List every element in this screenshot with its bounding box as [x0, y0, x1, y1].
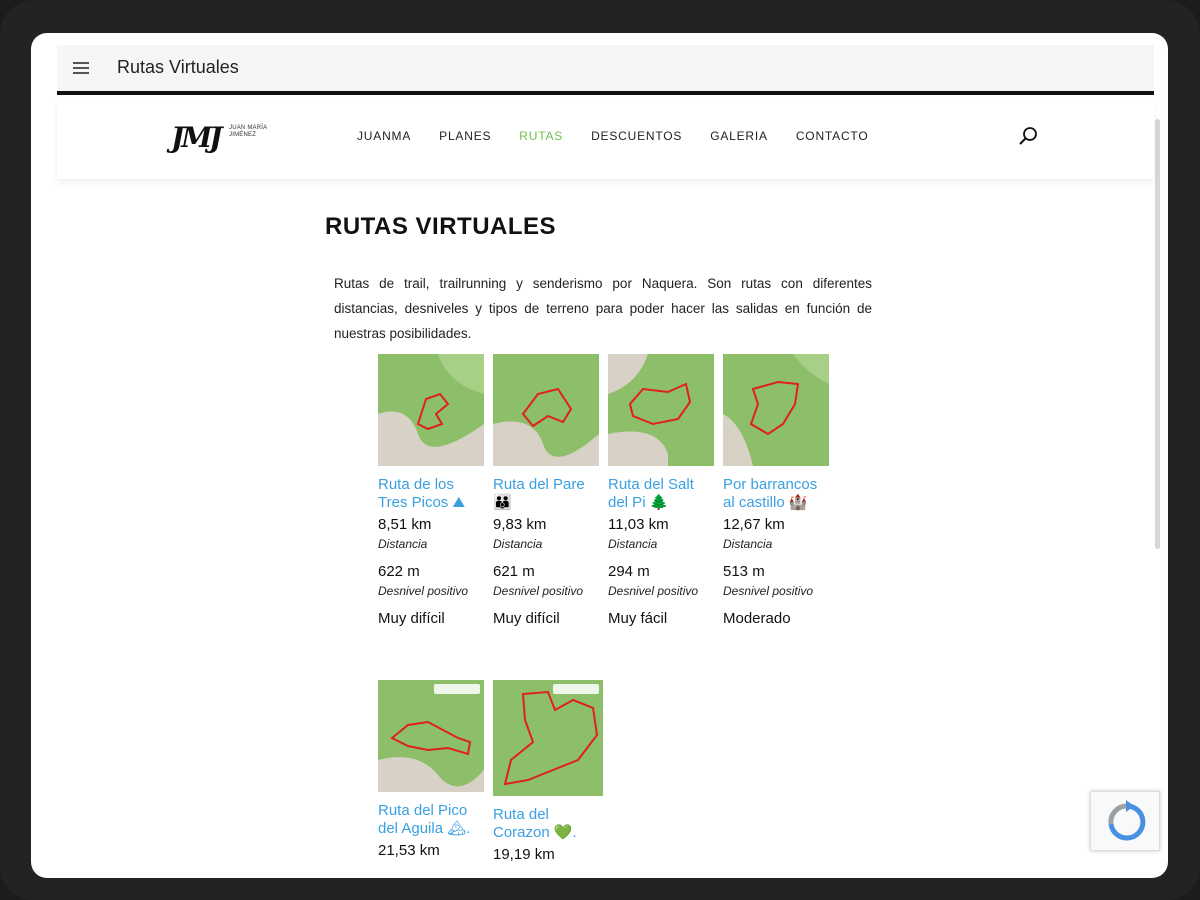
logo-text: JUAN MARÍA JIMÉNEZ — [229, 125, 268, 138]
route-elevation: 622 m — [378, 563, 420, 580]
hamburger-icon[interactable] — [73, 62, 89, 76]
distance-label: Distancia — [608, 537, 658, 551]
route-name[interactable]: Ruta del Pico del Aguila 🏔. — [378, 802, 486, 838]
elevation-label: Desnivel positivo — [608, 584, 699, 598]
distance-label: Distancia — [493, 537, 543, 551]
nav-item-juanma[interactable]: JUANMA — [357, 129, 411, 143]
route-elevation: 621 m — [493, 563, 535, 580]
route-elevation: 294 m — [608, 563, 650, 580]
route-map-thumbnail[interactable] — [723, 354, 829, 466]
logo-mark: JMJ — [171, 121, 222, 154]
browser-screen: Rutas Virtuales JMJ JUAN MARÍA JIMÉNEZ J… — [31, 33, 1168, 878]
route-card[interactable]: Ruta del Salt del Pi 🌲 11,03 km Distanci… — [608, 354, 716, 627]
route-difficulty: Muy difícil — [493, 610, 560, 627]
route-elevation: 513 m — [723, 563, 765, 580]
route-distance: 12,67 km — [723, 516, 785, 533]
route-card[interactable]: Ruta del Corazon 💚. 19,19 km — [493, 680, 603, 863]
search-icon[interactable] — [1017, 125, 1039, 147]
route-card[interactable]: Ruta del Pico del Aguila 🏔. 21,53 km — [378, 680, 486, 859]
route-distance: 21,53 km — [378, 842, 440, 859]
route-name[interactable]: Ruta del Corazon 💚. — [493, 806, 601, 842]
route-distance: 9,83 km — [493, 516, 547, 533]
route-map-thumbnail[interactable] — [608, 354, 714, 466]
route-card[interactable]: Por barrancos al castillo 🏰 12,67 km Dis… — [723, 354, 831, 627]
site-header: JMJ JUAN MARÍA JIMÉNEZ JUANMA PLANES RUT… — [57, 99, 1154, 179]
route-difficulty: Muy fácil — [608, 610, 668, 627]
route-difficulty: Moderado — [723, 610, 791, 627]
route-distance: 19,19 km — [493, 846, 555, 863]
page-title: RUTAS VIRTUALES — [325, 213, 557, 240]
route-name[interactable]: Ruta del Salt del Pi 🌲 — [608, 476, 716, 512]
intro-text: Rutas de trail, trailrunning y senderism… — [334, 276, 872, 341]
main-nav: JUANMA PLANES RUTAS DESCUENTOS GALERIA C… — [357, 129, 896, 143]
route-map-thumbnail[interactable] — [493, 354, 599, 466]
distance-label: Distancia — [378, 537, 428, 551]
route-difficulty: Muy difícil — [378, 610, 445, 627]
route-card[interactable]: Ruta del Pare 👪 9,83 km Distancia 621 m … — [493, 354, 601, 627]
elevation-label: Desnivel positivo — [378, 584, 469, 598]
elevation-label: Desnivel positivo — [723, 584, 814, 598]
nav-item-descuentos[interactable]: DESCUENTOS — [591, 129, 682, 143]
route-card[interactable]: Ruta de los Tres Picos ⛰ 8,51 km Distanc… — [378, 354, 486, 627]
route-distance: 8,51 km — [378, 516, 432, 533]
app-bar: Rutas Virtuales — [57, 45, 1154, 95]
route-name[interactable]: Ruta de los Tres Picos ⛰ — [378, 476, 486, 512]
nav-item-contacto[interactable]: CONTACTO — [796, 129, 869, 143]
route-map-thumbnail[interactable] — [378, 354, 484, 466]
route-map-thumbnail[interactable] — [378, 680, 484, 792]
recaptcha-icon[interactable] — [1090, 791, 1160, 851]
distance-label: Distancia — [723, 537, 773, 551]
nav-item-galeria[interactable]: GALERIA — [710, 129, 768, 143]
route-name[interactable]: Por barrancos al castillo 🏰 — [723, 476, 831, 512]
app-title: Rutas Virtuales — [117, 57, 239, 77]
elevation-label: Desnivel positivo — [493, 584, 584, 598]
page-scrollbar[interactable] — [1155, 119, 1160, 549]
route-name[interactable]: Ruta del Pare 👪 — [493, 476, 601, 512]
route-map-thumbnail[interactable] — [493, 680, 603, 796]
route-distance: 11,03 km — [608, 516, 669, 533]
nav-item-rutas[interactable]: RUTAS — [519, 129, 563, 143]
nav-item-planes[interactable]: PLANES — [439, 129, 491, 143]
